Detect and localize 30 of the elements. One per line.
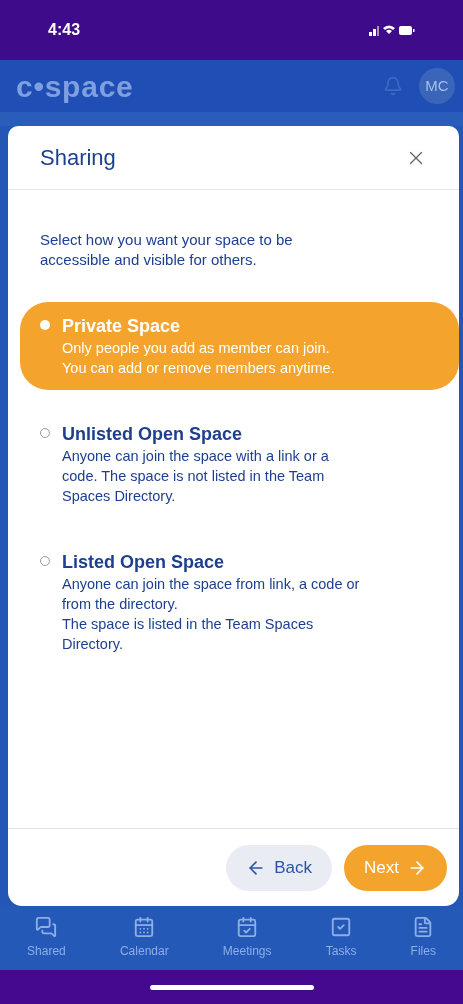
nav-tab[interactable]: Shared xyxy=(27,916,66,960)
option-description: Anyone can join the space with a link or a code. The space is not listed in the Team Spaces Directory. xyxy=(62,447,330,506)
option-title: Unlisted Open Space xyxy=(62,423,244,446)
nav-tab[interactable]: Tasks xyxy=(325,916,357,960)
calendar-check-icon xyxy=(236,916,259,938)
sharing-option[interactable]: Private Space Only people you add as member can join. You can add or remove members anytime. xyxy=(20,302,459,390)
status-icons xyxy=(369,23,415,37)
radio-icon xyxy=(40,556,50,566)
nav-tab[interactable]: Calendar xyxy=(119,916,169,960)
chat-icon xyxy=(35,916,58,938)
radio-icon xyxy=(40,428,50,438)
option-description: You can add or remove members anytime. xyxy=(62,359,336,378)
calendar-icon xyxy=(133,916,156,938)
option-title: Listed Open Space xyxy=(62,551,226,574)
option-description: The space is listed in the Team Spaces Directory. xyxy=(62,615,315,654)
checkbox-icon xyxy=(330,916,353,938)
avatar[interactable]: MC xyxy=(419,68,455,104)
option-description: Anyone can join the space from link, a code or from the directory. xyxy=(62,575,361,614)
option-description: Only people you add as member can join. xyxy=(62,339,331,358)
dialog-title: Sharing xyxy=(40,144,116,172)
back-button[interactable]: Back xyxy=(226,844,333,891)
radio-icon xyxy=(40,320,50,330)
next-button[interactable]: Next xyxy=(344,844,447,891)
app-logo: c•space xyxy=(16,68,134,105)
status-time: 4:43 xyxy=(48,20,81,40)
nav-tab[interactable]: Meetings xyxy=(222,916,272,960)
nav-tab[interactable]: Files xyxy=(410,916,436,960)
home-indicator[interactable] xyxy=(149,984,314,990)
option-title: Private Space xyxy=(62,315,182,338)
intro-text: Select how you want your space to be accessible and visible for others. xyxy=(39,230,294,270)
